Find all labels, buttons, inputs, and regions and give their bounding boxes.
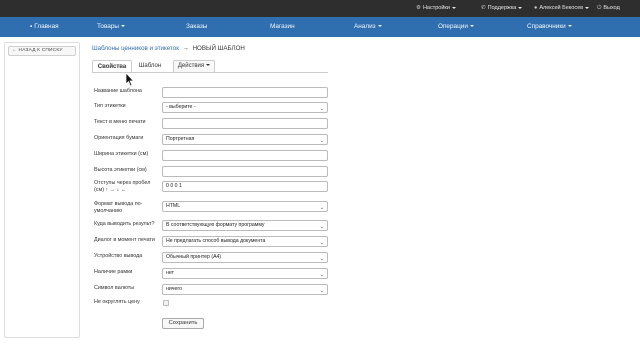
logout-label: Выход [603, 5, 620, 11]
currency-symbol-select[interactable]: ничего ⌄ [162, 284, 328, 295]
breadcrumb: Шаблоны ценников и этикеток → НОВЫЙ ШАБЛ… [92, 45, 245, 52]
label-width-input[interactable] [162, 150, 328, 161]
output-format-value: HTML [166, 203, 181, 209]
print-dialog-value: Не предлагать способ вывода документа [166, 238, 266, 244]
print-menu-text-label: Текст в меню печати [94, 119, 146, 125]
support-menu[interactable]: ✆ Поддержка [481, 0, 523, 17]
chevron-down-icon [469, 25, 474, 28]
currency-symbol-value: ничего [166, 286, 183, 292]
paper-orientation-label: Ориентация бумаги [94, 135, 144, 141]
nav-home-label: Главная [34, 23, 59, 30]
chevron-down-icon: ⌄ [319, 224, 324, 230]
home-icon: ▪ [30, 23, 33, 30]
label-type-select[interactable]: - выберите - ⌄ [162, 102, 328, 113]
label-height-label: Высота этикетки (см) [94, 167, 147, 173]
settings-menu[interactable]: ⚙ Настройки [416, 0, 456, 17]
user-name: Алексей Бекосев [539, 5, 584, 11]
margins-label: Отступы через пробел (см) ↑ → ↓ ← [94, 180, 151, 193]
chevron-down-icon [206, 64, 211, 67]
nav-references[interactable]: Справочники [527, 17, 572, 37]
label-type-value: - выберите - [166, 104, 196, 110]
output-target-value: В соответствующую формату программу [166, 222, 265, 228]
chevron-down-icon: ⌄ [319, 138, 324, 144]
phone-icon: ✆ [481, 5, 486, 11]
output-device-select[interactable]: Обычный принтер (A4) ⌄ [162, 252, 328, 263]
mouse-cursor-icon [125, 73, 135, 87]
output-format-label: Формат вывода по-умолчанию [94, 201, 143, 214]
chevron-down-icon [377, 25, 382, 28]
chevron-down-icon [518, 6, 523, 9]
top-bar: ⚙ Настройки ✆ Поддержка ● Алексей Бекосев ⏻… [0, 0, 640, 17]
settings-label: Настройки [422, 5, 450, 11]
nav-orders[interactable]: Заказы [186, 17, 207, 37]
logout-link[interactable]: ⏻ Выход [597, 0, 620, 17]
margins-input[interactable]: 0 0 0 1 [162, 181, 328, 192]
chevron-down-icon: ⌄ [319, 205, 324, 211]
chevron-down-icon [585, 6, 590, 9]
actions-label: Действия [177, 63, 205, 69]
nav-orders-label: Заказы [186, 23, 208, 30]
output-device-label: Устройство вывода [94, 253, 143, 259]
chevron-down-icon [451, 6, 456, 9]
chevron-down-icon: ⌄ [319, 106, 324, 112]
chevron-down-icon: ⌄ [319, 256, 324, 262]
output-target-label: Куда выводить результ? [94, 221, 155, 227]
back-to-list-button[interactable]: ← НАЗАД К СПИСКУ [8, 46, 76, 56]
main-nav: ▪ Главная Товары Заказы Магазин Анализ Оп… [0, 17, 640, 37]
label-type-label: Тип этикетки [94, 103, 126, 109]
nav-shop-label: Магазин [270, 23, 295, 30]
currency-symbol-label: Символ валюты [94, 285, 135, 291]
print-dialog-select[interactable]: Не предлагать способ вывода документа ⌄ [162, 236, 328, 247]
breadcrumb-arrow: → [182, 45, 189, 52]
sidebar-panel: ← НАЗАД К СПИСКУ [4, 42, 80, 338]
breadcrumb-parent-link[interactable]: Шаблоны ценников и этикеток [92, 45, 179, 52]
save-button[interactable]: Сохранить [162, 318, 204, 329]
nav-analysis-label: Анализ [354, 23, 376, 30]
frame-label: Наличие рамки [94, 269, 133, 275]
output-format-select[interactable]: HTML ⌄ [162, 201, 328, 212]
frame-select[interactable]: нет ⌄ [162, 268, 328, 279]
user-menu[interactable]: ● Алексей Бекосев [534, 0, 590, 17]
nav-analysis[interactable]: Анализ [354, 17, 382, 37]
nav-goods-label: Товары [97, 23, 119, 30]
logout-icon: ⏻ [597, 5, 602, 11]
nav-shop[interactable]: Магазин [270, 17, 295, 37]
chevron-down-icon [567, 25, 572, 28]
nav-operations[interactable]: Операции [438, 17, 474, 37]
template-name-input[interactable] [162, 87, 328, 98]
print-menu-text-input[interactable] [162, 118, 328, 129]
nav-goods[interactable]: Товары [97, 17, 125, 37]
chevron-down-icon: ⌄ [319, 272, 324, 278]
chevron-down-icon: ⌄ [319, 240, 324, 246]
template-name-label: Название шаблона [94, 88, 142, 94]
output-target-select[interactable]: В соответствующую формату программу ⌄ [162, 220, 328, 231]
paper-orientation-value: Портретная [166, 136, 195, 142]
no-round-checkbox[interactable] [163, 300, 169, 306]
user-icon: ● [534, 5, 538, 11]
support-label: Поддержка [487, 5, 517, 11]
label-height-input[interactable] [162, 166, 328, 177]
nav-home[interactable]: ▪ Главная [30, 17, 59, 37]
no-round-label: Не округлять цену [94, 299, 140, 305]
nav-references-label: Справочники [527, 23, 566, 30]
label-width-label: Ширина этикетки (см) [94, 151, 149, 157]
output-device-value: Обычный принтер (A4) [166, 254, 222, 260]
print-dialog-label: Диалог в момент печати [94, 237, 155, 243]
frame-value: нет [166, 270, 174, 276]
nav-operations-label: Операции [438, 23, 468, 30]
paper-orientation-select[interactable]: Портретная ⌄ [162, 134, 328, 145]
chevron-down-icon [120, 25, 125, 28]
chevron-down-icon: ⌄ [319, 288, 324, 294]
breadcrumb-current: НОВЫЙ ШАБЛОН [192, 45, 245, 52]
gear-icon: ⚙ [416, 5, 421, 11]
